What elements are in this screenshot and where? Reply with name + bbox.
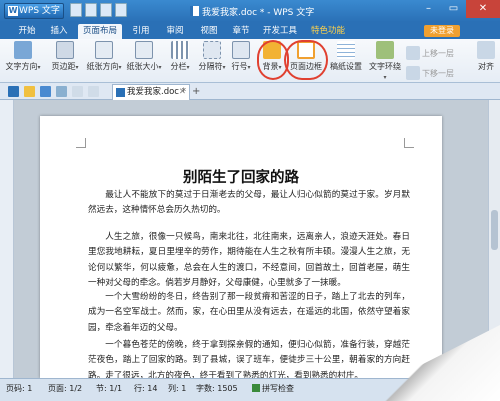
print-icon[interactable] (115, 3, 127, 17)
line-numbers-icon (232, 41, 250, 59)
open-icon[interactable] (85, 3, 97, 17)
line-numbers-button[interactable]: 行号▾ (228, 41, 254, 72)
document-icon (190, 6, 199, 16)
crop-mark-top-right (404, 138, 414, 148)
line-numbers-label: 行号 (231, 62, 248, 71)
columns-label: 分栏 (170, 62, 187, 71)
send-backward-icon (406, 66, 420, 80)
login-button[interactable]: 未登录 (424, 25, 460, 37)
breaks-label: 分隔符 (198, 62, 223, 71)
folder-icon[interactable] (24, 86, 35, 97)
window-title-text: 我爱我家.doc * - WPS 文字 (202, 8, 315, 18)
tab-developer[interactable]: 开发工具 (260, 24, 300, 39)
orientation-icon (95, 41, 113, 59)
document-tab[interactable]: 我爱我家.doc * ✕ (112, 84, 190, 100)
status-line: 行: 14 (134, 384, 158, 393)
quick-access-toolbar (70, 3, 127, 19)
tab-view[interactable]: 视图 (196, 24, 222, 39)
status-section: 节: 1/1 (96, 384, 123, 393)
close-tab-icon[interactable]: ✕ (179, 85, 186, 99)
tab-sections[interactable]: 章节 (228, 24, 254, 39)
wps-logo-icon: W (8, 6, 18, 16)
spellcheck-toggle[interactable]: 拼写检查 (252, 383, 294, 394)
text-direction-button[interactable]: 文字方向▾ (4, 41, 42, 72)
manuscript-label: 稿纸设置 (330, 62, 362, 71)
paragraph: 最让人不能放下的莫过于日渐老去的父母，最让人归心似箭的莫过于家。岁月默然远去，这… (88, 190, 410, 216)
paragraph: 一个大雪纷纷的冬日，终告别了那一段贫瘠和苦涩的日子，踏上了北去的列车，成为一名空… (88, 292, 410, 333)
scrollbar-thumb[interactable] (491, 210, 498, 250)
align-button[interactable]: 对齐 (474, 41, 498, 72)
new-file-icon[interactable] (70, 3, 82, 17)
send-backward-button[interactable]: 下移一层 (406, 65, 454, 81)
bring-forward-icon (406, 46, 420, 60)
new-tab-icon[interactable]: + (192, 86, 200, 97)
spellcheck-icon (252, 384, 260, 392)
orientation-label: 纸张方向 (86, 62, 119, 71)
save-icon[interactable] (100, 3, 112, 17)
app-menu-button[interactable]: W WPS 文字 (4, 3, 64, 19)
window-controls: – ▭ ✕ (416, 0, 500, 18)
breaks-button[interactable]: 分隔符▾ (198, 41, 226, 72)
margins-label: 页边距 (51, 62, 76, 71)
document-tab-bar (0, 83, 500, 100)
bring-forward-button[interactable]: 上移一层 (406, 45, 454, 61)
text-wrap-button[interactable]: 文字环绕▾ (368, 41, 402, 81)
redo-icon[interactable] (88, 86, 99, 97)
save-mini-icon[interactable] (40, 86, 51, 97)
doc-tab-icon (116, 88, 125, 97)
status-word-count: 字数: 1505 (196, 384, 238, 393)
print-mini-icon[interactable] (56, 86, 67, 97)
tab-page-layout[interactable]: 页面布局 (78, 24, 122, 39)
status-page: 页码: 1 (6, 384, 33, 393)
text-wrap-icon (376, 41, 394, 59)
minimize-icon[interactable]: – (416, 0, 441, 18)
paper-size-label: 纸张大小 (126, 62, 159, 71)
columns-icon (171, 41, 189, 59)
paper-size-button[interactable]: 纸张大小▾ (126, 41, 162, 72)
send-backward-label: 下移一层 (422, 68, 454, 78)
app-name: WPS 文字 (19, 6, 60, 16)
maximize-icon[interactable]: ▭ (441, 0, 466, 18)
crop-mark-top-left (76, 138, 86, 148)
wps-mini-icon[interactable] (8, 86, 19, 97)
status-pages: 页面: 1/2 (48, 384, 83, 393)
undo-icon[interactable] (72, 86, 83, 97)
tab-special-features[interactable]: 特色功能 (306, 24, 350, 39)
close-icon[interactable]: ✕ (466, 0, 500, 18)
manuscript-icon (337, 41, 355, 59)
paragraph: 人生之旅，很像一只候鸟，南来北往，北往南来，远离亲人，浪迹天涯处。春日里您我地耕… (88, 232, 410, 289)
align-label: 对齐 (478, 62, 494, 71)
status-column: 列: 1 (168, 384, 187, 393)
vertical-ruler (0, 100, 14, 378)
paragraph: 一个暮色苍茫的傍晚，终于拿到探亲假的通知，便归心似箭，准备行装，穿越茫茫夜色，踏… (88, 340, 410, 378)
tab-review[interactable]: 审阅 (162, 24, 188, 39)
margins-button[interactable]: 页边距▾ (50, 41, 80, 72)
spellcheck-label: 拼写检查 (262, 384, 294, 393)
highlight-circle-page-border (284, 40, 328, 80)
manuscript-button[interactable]: 稿纸设置 (328, 41, 364, 72)
bring-forward-label: 上移一层 (422, 48, 454, 58)
document-title: 别陌生了回家的路 (183, 169, 299, 186)
tab-insert[interactable]: 插入 (46, 24, 72, 39)
columns-button[interactable]: 分栏▾ (166, 41, 194, 72)
margins-icon (56, 41, 74, 59)
text-wrap-label: 文字环绕 (369, 62, 401, 71)
text-direction-icon (14, 41, 32, 59)
ribbon: 文字方向▾ 页边距▾ 纸张方向▾ 纸张大小▾ 分栏▾ 分隔符▾ 行号▾ 背景▾ … (0, 39, 500, 83)
text-direction-label: 文字方向 (5, 62, 38, 71)
align-icon (477, 41, 495, 59)
breaks-icon (203, 41, 221, 59)
orientation-button[interactable]: 纸张方向▾ (86, 41, 122, 72)
document-tab-label: 我爱我家.doc * (127, 87, 186, 97)
paper-size-icon (135, 41, 153, 59)
tab-references[interactable]: 引用 (128, 24, 154, 39)
tab-home[interactable]: 开始 (14, 24, 40, 39)
window-title: 我爱我家.doc * - WPS 文字 (190, 5, 314, 18)
document-page[interactable]: 别陌生了回家的路 最让人不能放下的莫过于日渐老去的父母，最让人归心似箭的莫过于家… (40, 116, 442, 378)
